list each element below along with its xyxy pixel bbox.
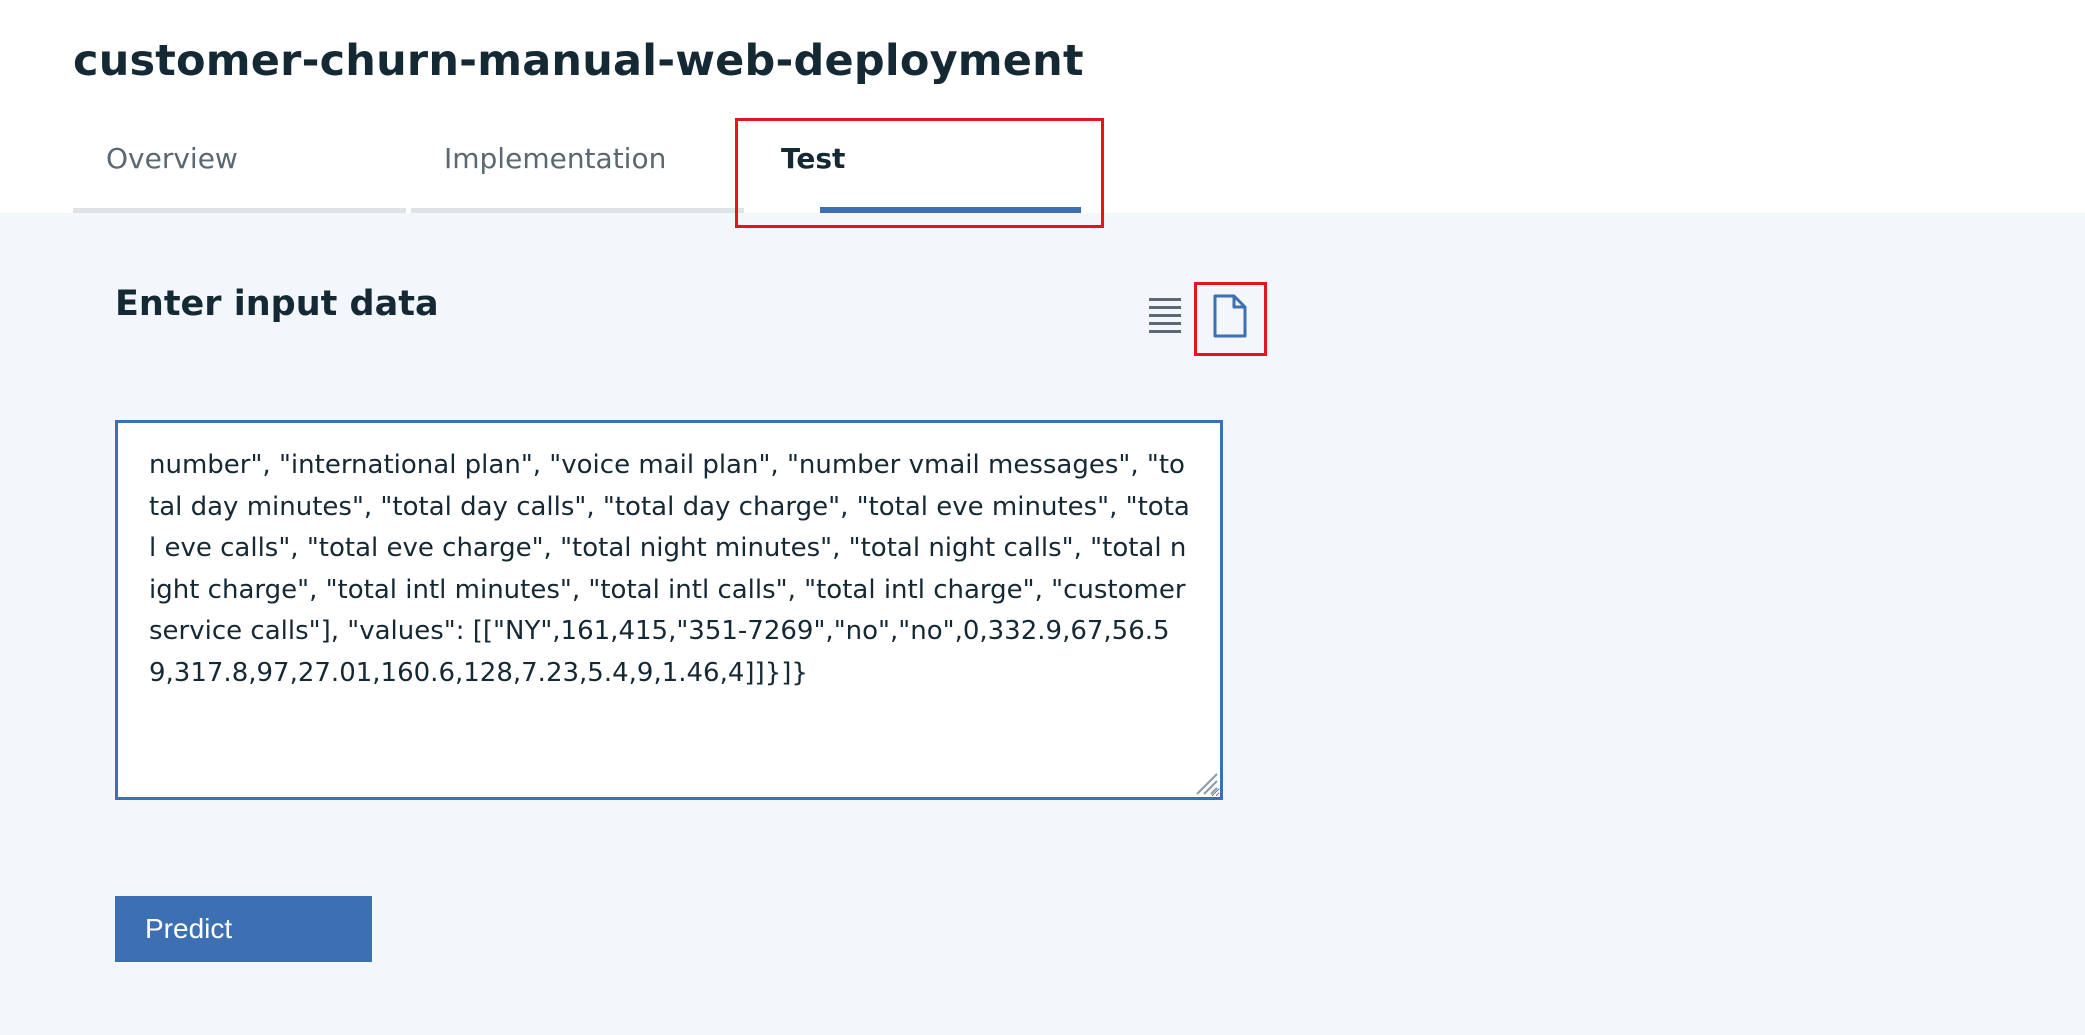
tab-implementation[interactable]: Implementation [411, 120, 744, 213]
tab-test-label: Test [781, 142, 846, 175]
predict-button[interactable]: Predict [115, 896, 372, 962]
tab-test[interactable]: Test [748, 120, 1081, 213]
list-icon-glyph [1149, 298, 1181, 333]
deployment-page: customer-churn-manual-web-deployment Ove… [0, 0, 2085, 1035]
input-data-textarea[interactable]: number", "international plan", "voice ma… [115, 420, 1223, 800]
tab-overview-label: Overview [106, 142, 238, 175]
file-icon[interactable] [1210, 294, 1250, 338]
section-title: Enter input data [115, 284, 439, 324]
tab-implementation-label: Implementation [444, 142, 667, 175]
tab-bar: Overview Implementation Test [73, 120, 1083, 213]
page-title: customer-churn-manual-web-deployment [73, 36, 1084, 86]
resize-handle-icon[interactable] [1193, 770, 1219, 796]
tab-overview[interactable]: Overview [73, 120, 406, 213]
file-icon-glyph [1213, 294, 1247, 338]
list-icon[interactable] [1147, 294, 1185, 334]
resize-grip-glyph [1196, 773, 1218, 795]
